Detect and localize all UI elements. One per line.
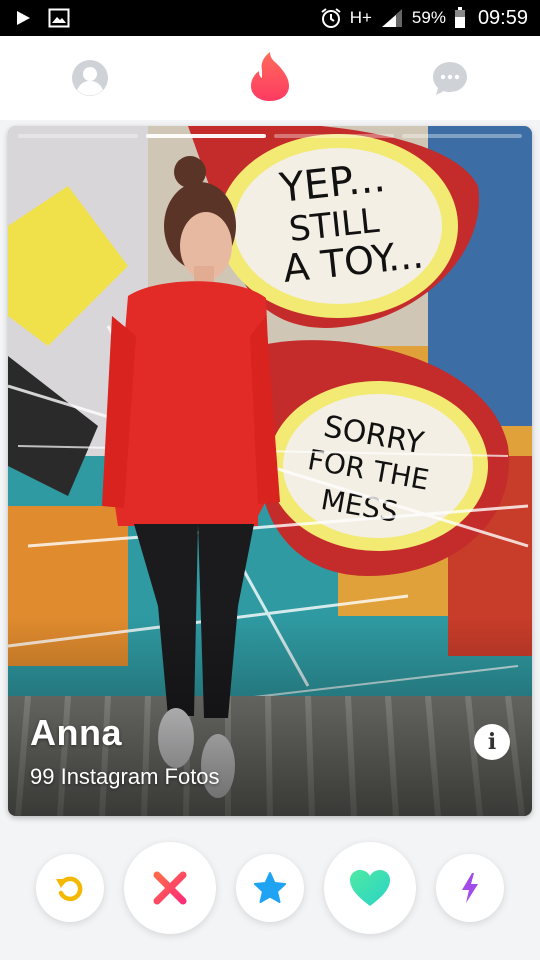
battery-percent: 59% xyxy=(411,8,446,27)
close-icon xyxy=(153,871,187,905)
photo-indicator-active[interactable] xyxy=(146,134,266,138)
profile-icon xyxy=(72,60,108,96)
info-button[interactable]: i xyxy=(474,724,510,760)
lightning-icon xyxy=(462,873,478,903)
like-button[interactable] xyxy=(324,842,416,934)
discover-button[interactable] xyxy=(246,50,294,102)
top-nav xyxy=(0,36,540,120)
battery-icon xyxy=(454,7,465,28)
photo-progress xyxy=(18,134,522,138)
photo-indicator[interactable] xyxy=(274,134,394,138)
signal-icon xyxy=(381,9,402,27)
play-icon xyxy=(17,11,30,25)
star-icon xyxy=(254,872,286,903)
messages-button[interactable] xyxy=(430,58,470,98)
nope-button[interactable] xyxy=(124,842,216,934)
status-bar: H+ 59% 09:59 xyxy=(0,0,540,36)
photo-indicator[interactable] xyxy=(18,134,138,138)
tinder-flame-icon xyxy=(251,52,289,101)
super-like-button[interactable] xyxy=(236,854,304,922)
photo-indicator[interactable] xyxy=(402,134,522,138)
chat-icon xyxy=(433,62,467,95)
rewind-icon xyxy=(56,876,83,902)
clock: 09:59 xyxy=(477,6,528,29)
profile-button[interactable] xyxy=(70,58,110,98)
profile-name: Anna xyxy=(30,712,122,753)
profile-card[interactable]: YEP... STILL A TOY... SORRY FOR THE MESS xyxy=(8,126,532,816)
alarm-icon xyxy=(321,8,341,28)
info-icon: i xyxy=(487,729,497,755)
boost-button[interactable] xyxy=(436,854,504,922)
heart-icon xyxy=(350,870,390,906)
profile-subtitle: 99 Instagram Fotos xyxy=(30,764,220,789)
network-type: H+ xyxy=(349,8,372,27)
gallery-icon xyxy=(48,8,70,28)
action-bar xyxy=(0,842,540,936)
rewind-button[interactable] xyxy=(36,854,104,922)
